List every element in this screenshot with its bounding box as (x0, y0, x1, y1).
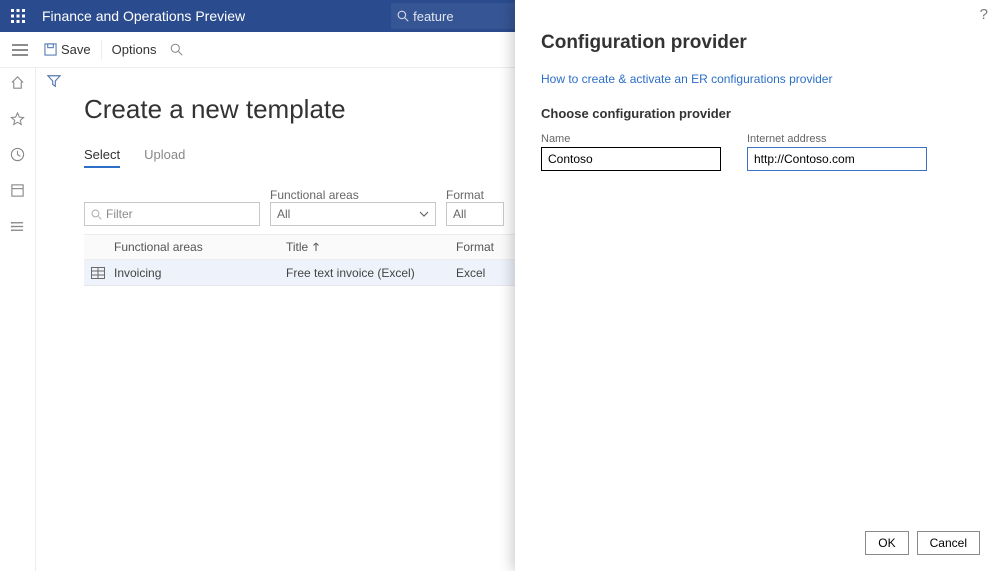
filter-column (36, 68, 72, 571)
tab-upload[interactable]: Upload (144, 147, 185, 168)
filter-input[interactable]: Filter (84, 202, 260, 226)
chevron-down-icon (419, 209, 429, 219)
nav-rail (0, 68, 36, 571)
name-input[interactable] (541, 147, 721, 171)
search-icon (397, 10, 409, 22)
panel-subtitle: Choose configuration provider (515, 90, 1000, 127)
global-search[interactable]: feature (391, 3, 521, 29)
row-format: Excel (456, 266, 512, 280)
functional-areas-value: All (277, 207, 290, 221)
format-value: All (453, 207, 466, 221)
sort-asc-icon (312, 242, 320, 252)
panel-help-link[interactable]: How to create & activate an ER configura… (515, 58, 1000, 90)
name-label: Name (541, 133, 721, 145)
name-field: Name (541, 133, 721, 171)
options-label: Options (112, 42, 157, 57)
tab-select[interactable]: Select (84, 147, 120, 168)
save-label: Save (61, 42, 91, 57)
filter-placeholder: Filter (106, 207, 133, 221)
config-provider-panel: ? Configuration provider How to create &… (515, 0, 1000, 571)
functional-areas-label: Functional areas (270, 188, 436, 202)
row-title: Free text invoice (Excel) (286, 266, 456, 280)
search-icon (170, 43, 183, 56)
ok-button[interactable]: OK (865, 531, 908, 555)
url-field: Internet address (747, 133, 927, 171)
nav-home-icon[interactable] (0, 70, 35, 94)
url-input[interactable] (747, 147, 927, 171)
format-filter: Format All (446, 188, 504, 226)
filter-icon[interactable] (47, 74, 61, 93)
divider (101, 40, 102, 60)
options-button[interactable]: Options (104, 32, 165, 67)
save-button[interactable]: Save (36, 32, 99, 67)
app-launcher-icon[interactable] (0, 0, 36, 32)
functional-areas-filter: Functional areas All (270, 188, 436, 226)
url-label: Internet address (747, 133, 927, 145)
functional-areas-select[interactable]: All (270, 202, 436, 226)
grid-header-title[interactable]: Title (286, 240, 456, 254)
grid-header-title-text: Title (286, 240, 308, 254)
panel-footer: OK Cancel (515, 521, 1000, 571)
search-icon (91, 209, 102, 220)
format-label: Format (446, 188, 504, 202)
action-search-button[interactable] (164, 32, 193, 67)
save-icon (44, 43, 57, 56)
format-select[interactable]: All (446, 202, 504, 226)
filter-box: Filter (84, 186, 260, 226)
hamburger-icon[interactable] (4, 44, 36, 56)
form-row: Name Internet address (515, 127, 1000, 177)
cancel-button[interactable]: Cancel (917, 531, 980, 555)
app-title: Finance and Operations Preview (36, 8, 251, 24)
row-icon (84, 267, 112, 279)
nav-modules-icon[interactable] (0, 214, 35, 238)
help-icon[interactable]: ? (980, 6, 988, 23)
row-functional-area: Invoicing (112, 266, 286, 280)
panel-title: Configuration provider (515, 0, 1000, 58)
nav-recent-icon[interactable] (0, 142, 35, 166)
grid-header-functional-areas[interactable]: Functional areas (112, 240, 286, 254)
nav-favorites-icon[interactable] (0, 106, 35, 130)
search-text: feature (413, 9, 453, 24)
nav-workspaces-icon[interactable] (0, 178, 35, 202)
grid-header-format[interactable]: Format (456, 240, 512, 254)
